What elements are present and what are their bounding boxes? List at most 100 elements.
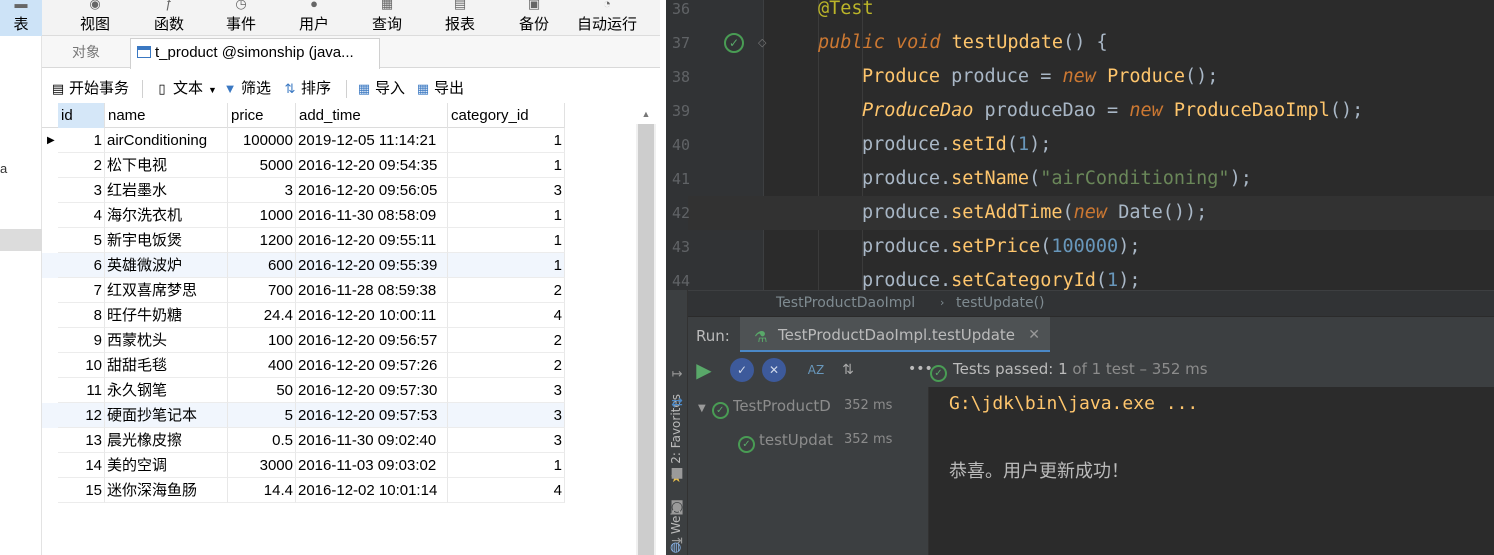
cell-add-time[interactable]: 2016-12-20 09:55:39 [296, 253, 448, 278]
cell-category-id[interactable]: 4 [448, 478, 565, 503]
cell-id[interactable]: 6 [58, 253, 105, 278]
cell-price[interactable]: 700 [228, 278, 296, 303]
cell-add-time[interactable]: 2016-12-02 10:01:14 [296, 478, 448, 503]
cell-id[interactable]: 1 [58, 128, 105, 153]
tree-item-method[interactable]: ✓ testUpdat 352 ms [738, 425, 892, 455]
begin-transaction-button[interactable]: ▤ 开始事务 [50, 78, 129, 100]
cell-name[interactable]: 新宇电饭煲 [105, 228, 228, 253]
table-row[interactable]: 4 海尔洗衣机 1000 2016-11-30 08:58:09 1 [42, 203, 565, 228]
code-editor[interactable]: 36 @Test 37 public void testUpdate() {38 Pro… [666, 0, 1494, 291]
swap-icon[interactable]: ⇄ [666, 395, 688, 411]
cell-price[interactable]: 24.4 [228, 303, 296, 328]
chevron-down-icon[interactable]: ▼ [698, 403, 706, 414]
cell-category-id[interactable]: 1 [448, 228, 565, 253]
breadcrumb-class[interactable]: TestProductDaoImpl [776, 291, 915, 315]
code-line[interactable]: 43 produce.setPrice(100000); [672, 230, 1494, 264]
cell-price[interactable]: 3000 [228, 453, 296, 478]
scrollbar-thumb[interactable] [638, 124, 654, 555]
cell-name[interactable]: 红岩墨水 [105, 178, 228, 203]
column-header-name[interactable]: name [105, 103, 228, 128]
collapse-icon[interactable]: ↦ [666, 367, 688, 382]
table-row[interactable]: ▶ 1 airConditioning 100000 2019-12-05 11:14:… [42, 128, 565, 153]
cell-id[interactable]: 10 [58, 353, 105, 378]
table-row[interactable]: 11 永久钢笔 50 2016-12-20 09:57:30 3 [42, 378, 565, 403]
ribbon-report-button[interactable]: ▤ 报表 [423, 0, 497, 36]
cell-id[interactable]: 2 [58, 153, 105, 178]
tab-objects[interactable]: 对象 [42, 36, 130, 68]
cell-id[interactable]: 12 [58, 403, 105, 428]
cell-name[interactable]: 西蒙枕头 [105, 328, 228, 353]
cell-price[interactable]: 400 [228, 353, 296, 378]
export-button[interactable]: ▦ 导出 [415, 78, 464, 100]
cell-price[interactable]: 5 [228, 403, 296, 428]
run-test-passed-icon[interactable]: ✓ [724, 33, 744, 53]
console-output[interactable]: G:\jdk\bin\java.exe ... 恭喜。用户更新成功！ [929, 387, 1494, 555]
rerun-play-icon[interactable]: ▶ [692, 358, 716, 382]
table-row[interactable]: 7 红双喜席梦思 700 2016-11-28 08:59:38 2 [42, 278, 565, 303]
cell-price[interactable]: 1200 [228, 228, 296, 253]
cell-add-time[interactable]: 2016-11-28 08:59:38 [296, 278, 448, 303]
tab-run-config[interactable]: ⚗ TestProductDaoImpl.testUpdate ✕ [740, 317, 1050, 353]
sort-duration-icon[interactable]: ⇅ [836, 358, 860, 382]
ribbon-auto-run-button[interactable]: ◔ 自动运行 [571, 0, 643, 36]
ribbon-view-button[interactable]: ◉ 视图 [58, 0, 132, 36]
cell-name[interactable]: 永久钢笔 [105, 378, 228, 403]
cell-name[interactable]: 迷你深海鱼肠 [105, 478, 228, 503]
cell-id[interactable]: 8 [58, 303, 105, 328]
code-line[interactable]: 42 produce.setAddTime(new Date()); [672, 196, 1494, 230]
import-button[interactable]: ▦ 导入 [356, 78, 405, 100]
breadcrumb-method[interactable]: testUpdate() [956, 291, 1045, 315]
table-row[interactable]: 8 旺仔牛奶糖 24.4 2016-12-20 10:00:11 4 [42, 303, 565, 328]
cell-name[interactable]: 美的空调 [105, 453, 228, 478]
cell-category-id[interactable]: 1 [448, 153, 565, 178]
cell-name[interactable]: 红双喜席梦思 [105, 278, 228, 303]
code-line[interactable]: 38 Produce produce = new Produce(); [672, 60, 1494, 94]
cell-name[interactable]: 松下电视 [105, 153, 228, 178]
table-row[interactable]: 5 新宇电饭煲 1200 2016-12-20 09:55:11 1 [42, 228, 565, 253]
column-header-category-id[interactable]: category_id [448, 103, 565, 128]
grid-vertical-scrollbar[interactable]: ▲ [636, 109, 656, 555]
show-passed-icon[interactable]: ✓ [730, 358, 754, 382]
cell-name[interactable]: 英雄微波炉 [105, 253, 228, 278]
code-line[interactable]: 41 produce.setName("airConditioning"); [672, 162, 1494, 196]
column-header-price[interactable]: price [228, 103, 296, 128]
camera-icon[interactable]: ◙ [666, 499, 688, 515]
stop-icon[interactable]: ■ [666, 465, 688, 481]
code-line[interactable]: 37 public void testUpdate() { [672, 26, 1494, 60]
ribbon-table-button[interactable]: ▬ 表 [0, 0, 42, 36]
cell-price[interactable]: 14.4 [228, 478, 296, 503]
cell-category-id[interactable]: 1 [448, 203, 565, 228]
cell-price[interactable]: 600 [228, 253, 296, 278]
cell-category-id[interactable]: 2 [448, 278, 565, 303]
column-header-add-time[interactable]: add_time [296, 103, 448, 128]
cell-add-time[interactable]: 2016-11-30 09:02:40 [296, 428, 448, 453]
cell-category-id[interactable]: 3 [448, 403, 565, 428]
column-header-id[interactable]: id [58, 103, 105, 128]
table-row[interactable]: 6 英雄微波炉 600 2016-12-20 09:55:39 1 [42, 253, 565, 278]
cell-name[interactable]: airConditioning [105, 128, 228, 153]
table-row[interactable]: 14 美的空调 3000 2016-11-03 09:03:02 1 [42, 453, 565, 478]
cell-add-time[interactable]: 2016-12-20 09:57:53 [296, 403, 448, 428]
cell-category-id[interactable]: 1 [448, 128, 565, 153]
cell-name[interactable]: 旺仔牛奶糖 [105, 303, 228, 328]
sort-button[interactable]: ⇅ 排序 [282, 78, 331, 100]
cell-name[interactable]: 甜甜毛毯 [105, 353, 228, 378]
cell-id[interactable]: 13 [58, 428, 105, 453]
ribbon-event-button[interactable]: ◷ 事件 [204, 0, 278, 36]
code-line[interactable]: 40 produce.setId(1); [672, 128, 1494, 162]
table-row[interactable]: 3 红岩墨水 3 2016-12-20 09:56:05 3 [42, 178, 565, 203]
cell-id[interactable]: 9 [58, 328, 105, 353]
ribbon-backup-button[interactable]: ▣ 备份 [497, 0, 571, 36]
cell-id[interactable]: 14 [58, 453, 105, 478]
cell-category-id[interactable]: 1 [448, 453, 565, 478]
cell-add-time[interactable]: 2016-12-20 10:00:11 [296, 303, 448, 328]
cell-category-id[interactable]: 3 [448, 428, 565, 453]
cell-price[interactable]: 50 [228, 378, 296, 403]
code-line[interactable]: 36 @Test [672, 0, 1494, 26]
cell-price[interactable]: 5000 [228, 153, 296, 178]
cell-price[interactable]: 100000 [228, 128, 296, 153]
cell-add-time[interactable]: 2016-11-03 09:03:02 [296, 453, 448, 478]
cell-add-time[interactable]: 2016-12-20 09:57:26 [296, 353, 448, 378]
close-icon[interactable]: ✕ [1028, 317, 1040, 353]
tab-t-product[interactable]: t_product @simonship (java... [130, 38, 380, 69]
